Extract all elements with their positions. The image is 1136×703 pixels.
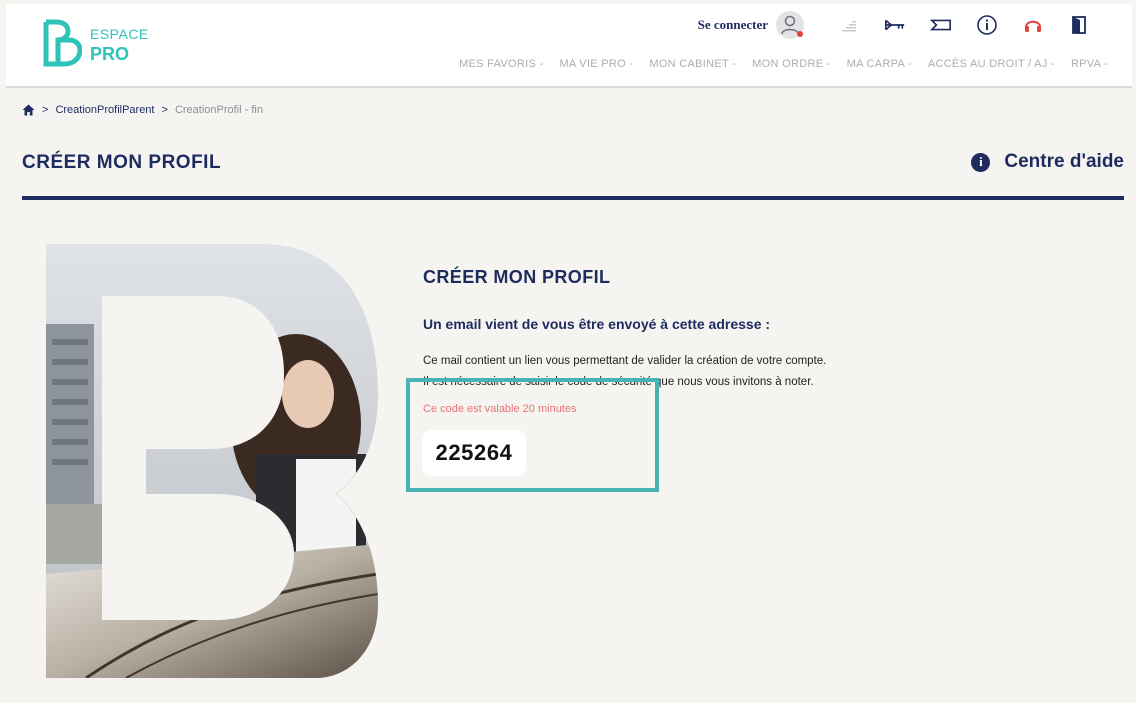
main-nav: MES FAVORIS - MA VIE PRO - MON CABINET -… <box>443 58 1108 70</box>
help-center-label: Centre d'aide <box>1004 151 1124 172</box>
signal-button[interactable] <box>838 14 860 36</box>
logo-b-illustration <box>46 244 378 678</box>
header: ESPACE PRO Se connecter MES FAVORIS - MA… <box>6 4 1132 88</box>
title-divider <box>22 196 1124 200</box>
breadcrumb-separator-icon: > <box>161 104 168 116</box>
login-link[interactable]: Se connecter <box>698 17 768 33</box>
support-button[interactable] <box>1022 14 1044 36</box>
nav-item-mes-favoris[interactable]: MES FAVORIS - <box>459 58 543 70</box>
nav-item-acces-au-droit[interactable]: ACCÈS AU DROIT / AJ - <box>928 58 1055 70</box>
notification-dot <box>797 31 803 37</box>
info-circle-icon: i <box>971 152 991 172</box>
content-title: CRÉER MON PROFIL <box>423 267 611 287</box>
breadcrumb: > CreationProfilParent > CreationProfil … <box>22 104 263 116</box>
nav-item-ma-carpa[interactable]: MA CARPA - <box>847 58 912 70</box>
email-sent-heading: Un email vient de vous être envoyé à cet… <box>423 316 771 332</box>
key-button[interactable] <box>884 14 906 36</box>
nav-item-mon-cabinet[interactable]: MON CABINET - <box>649 58 736 70</box>
help-center-link[interactable]: i Centre d'aide <box>971 151 1124 173</box>
user-avatar-button[interactable] <box>776 11 804 39</box>
breadcrumb-separator-icon: > <box>42 104 49 116</box>
nav-item-mon-ordre[interactable]: MON ORDRE - <box>752 58 830 70</box>
signal-icon <box>842 21 856 32</box>
logout-button[interactable] <box>1068 14 1090 36</box>
home-icon[interactable] <box>22 104 35 116</box>
nav-item-rpva[interactable]: RPVA - <box>1071 58 1108 70</box>
top-toolbar: Se connecter <box>698 10 1102 40</box>
logo-pro-text: PRO <box>90 44 130 64</box>
nav-item-ma-vie-pro[interactable]: MA VIE PRO - <box>559 58 633 70</box>
info-button[interactable] <box>976 14 998 36</box>
tag-icon <box>930 19 951 31</box>
logo-espace-text: ESPACE <box>90 26 149 42</box>
logo-b-icon <box>43 19 82 67</box>
info-text-1: Ce mail contient un lien vous permettant… <box>423 355 827 367</box>
espace-pro-logo[interactable]: ESPACE PRO <box>42 18 172 74</box>
code-highlight-box <box>406 378 659 492</box>
breadcrumb-current: CreationProfil - fin <box>174 104 263 116</box>
headset-icon <box>1025 20 1041 32</box>
info-icon <box>977 15 997 35</box>
tag-button[interactable] <box>930 14 952 36</box>
page-title: CRÉER MON PROFIL <box>22 152 222 173</box>
breadcrumb-parent[interactable]: CreationProfilParent <box>55 104 154 116</box>
key-icon <box>885 19 905 31</box>
logout-icon <box>1072 16 1086 34</box>
